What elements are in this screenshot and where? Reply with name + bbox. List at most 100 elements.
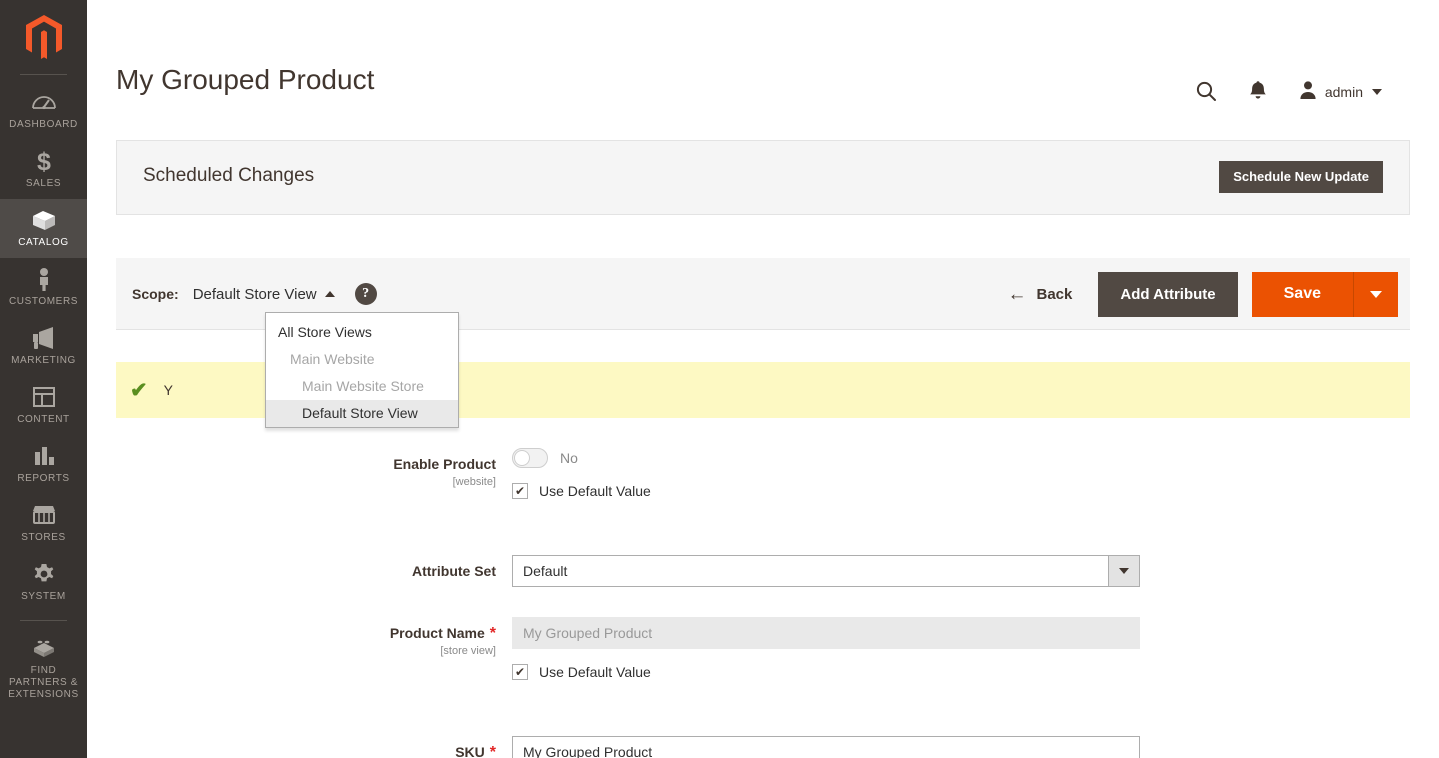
field-label: SKU bbox=[455, 744, 485, 758]
back-button[interactable]: ← Back bbox=[1008, 285, 1073, 304]
check-icon: ✔ bbox=[130, 378, 148, 403]
product-form: Enable Product [website] No ✔ Use Defaul… bbox=[116, 448, 1410, 758]
add-attribute-button[interactable]: Add Attribute bbox=[1098, 272, 1237, 317]
magento-logo-icon bbox=[24, 15, 64, 59]
bell-icon bbox=[1248, 80, 1268, 105]
field-enable-product: Enable Product [website] No ✔ Use Defaul… bbox=[116, 448, 1410, 499]
page-actions: ← Back Add Attribute Save bbox=[1008, 258, 1399, 330]
sidebar-item-label: SALES bbox=[2, 178, 85, 190]
sidebar-item-reports[interactable]: REPORTS bbox=[0, 435, 87, 494]
use-default-label[interactable]: Use Default Value bbox=[539, 664, 651, 680]
field-label: Product Name bbox=[390, 625, 485, 641]
attribute-set-value[interactable]: Default bbox=[512, 555, 1108, 587]
sidebar-item-customers[interactable]: CUSTOMERS bbox=[0, 258, 87, 317]
field-product-name: Product Name * [store view] ✔ Use Default… bbox=[116, 617, 1410, 680]
chevron-down-icon bbox=[1119, 568, 1129, 574]
chevron-down-icon bbox=[1372, 89, 1382, 95]
sidebar-item-label: CATALOG bbox=[2, 237, 85, 249]
field-control: Default bbox=[512, 555, 1410, 587]
sidebar-item-find-partners[interactable]: FIND PARTNERS & EXTENSIONS bbox=[0, 627, 87, 710]
sidebar-item-content[interactable]: CONTENT bbox=[0, 376, 87, 435]
scope-option-default-store-view[interactable]: Default Store View bbox=[266, 400, 458, 427]
field-control bbox=[512, 736, 1410, 758]
scope-option-all-store-views[interactable]: All Store Views bbox=[266, 319, 458, 346]
dashboard-icon bbox=[2, 90, 85, 116]
sidebar-item-label: DASHBOARD bbox=[2, 119, 85, 131]
use-default-label[interactable]: Use Default Value bbox=[539, 483, 651, 499]
sidebar-item-label: SYSTEM bbox=[2, 591, 85, 603]
account-name: admin bbox=[1325, 84, 1363, 100]
back-label: Back bbox=[1037, 286, 1073, 303]
sku-input[interactable] bbox=[512, 736, 1140, 758]
sidebar-item-system[interactable]: SYSTEM bbox=[0, 553, 87, 612]
sidebar-divider-bottom bbox=[20, 620, 67, 621]
toggle-knob bbox=[514, 450, 530, 466]
product-name-input[interactable] bbox=[512, 617, 1140, 649]
sidebar-item-marketing[interactable]: MARKETING bbox=[0, 317, 87, 376]
field-scope-note: [website] bbox=[116, 475, 496, 490]
chevron-down-icon bbox=[1370, 291, 1382, 298]
use-default-checkbox[interactable]: ✔ bbox=[512, 483, 528, 499]
scope-current-value: Default Store View bbox=[193, 286, 317, 303]
sidebar-item-label: FIND PARTNERS & EXTENSIONS bbox=[2, 665, 85, 701]
sidebar-item-stores[interactable]: STORES bbox=[0, 494, 87, 553]
toggle-track[interactable] bbox=[512, 448, 548, 468]
scheduled-changes-panel: Scheduled Changes Schedule New Update bbox=[116, 140, 1410, 215]
scope-label: Scope: bbox=[132, 286, 179, 302]
magento-logo[interactable] bbox=[0, 0, 87, 74]
save-button[interactable]: Save bbox=[1252, 272, 1354, 317]
scope-dropdown-menu: All Store Views Main Website Main Websit… bbox=[265, 312, 459, 428]
account-menu[interactable]: admin bbox=[1284, 72, 1388, 112]
use-default-checkbox[interactable]: ✔ bbox=[512, 664, 528, 680]
svg-text:$: $ bbox=[37, 149, 51, 173]
box-icon bbox=[2, 208, 85, 234]
field-control: ✔ Use Default Value bbox=[512, 617, 1410, 680]
save-options-button[interactable] bbox=[1354, 272, 1398, 317]
notifications-button[interactable] bbox=[1232, 72, 1284, 112]
use-default-row: ✔ Use Default Value bbox=[512, 664, 1410, 680]
sidebar-item-catalog[interactable]: CATALOG bbox=[0, 199, 87, 258]
main-content: My Grouped Product bbox=[87, 0, 1439, 758]
main-sidebar: DASHBOARD $ SALES CATALOG bbox=[0, 0, 87, 758]
field-label-group: Enable Product [website] bbox=[116, 448, 512, 499]
scope-option-main-website: Main Website bbox=[266, 346, 458, 373]
search-button[interactable] bbox=[1180, 72, 1232, 112]
megaphone-icon bbox=[2, 326, 85, 352]
sidebar-divider-top bbox=[20, 74, 67, 75]
bar-chart-icon bbox=[2, 444, 85, 470]
required-marker: * bbox=[490, 744, 496, 758]
admin-page: DASHBOARD $ SALES CATALOG bbox=[0, 0, 1439, 758]
sidebar-item-label: STORES bbox=[2, 532, 85, 544]
scope-switcher[interactable]: Default Store View bbox=[193, 286, 335, 303]
help-icon[interactable]: ? bbox=[355, 283, 377, 305]
attribute-set-dropdown-button[interactable] bbox=[1108, 555, 1140, 587]
sidebar-item-label: CONTENT bbox=[2, 414, 85, 426]
attribute-set-select[interactable]: Default bbox=[512, 555, 1140, 587]
field-control: No ✔ Use Default Value bbox=[512, 448, 1410, 499]
dollar-icon: $ bbox=[2, 149, 85, 175]
field-scope-note: [store view] bbox=[116, 644, 496, 659]
use-default-row: ✔ Use Default Value bbox=[512, 483, 1410, 499]
sidebar-item-label: CUSTOMERS bbox=[2, 296, 85, 308]
field-attribute-set: Attribute Set Default bbox=[116, 555, 1410, 587]
toggle-state-label: No bbox=[560, 450, 578, 466]
field-label-group: Attribute Set bbox=[116, 555, 512, 587]
gear-icon bbox=[2, 562, 85, 588]
message-text: Y bbox=[164, 382, 173, 398]
sidebar-item-dashboard[interactable]: DASHBOARD bbox=[0, 81, 87, 140]
header-tools: admin bbox=[1180, 72, 1388, 112]
field-label-group: SKU* [global] bbox=[116, 736, 512, 758]
chevron-up-icon bbox=[325, 291, 335, 297]
sidebar-item-label: MARKETING bbox=[2, 355, 85, 367]
schedule-new-update-button[interactable]: Schedule New Update bbox=[1219, 161, 1383, 193]
field-label-group: Product Name * [store view] bbox=[116, 617, 512, 680]
field-label: Enable Product bbox=[393, 456, 496, 472]
layout-icon bbox=[2, 385, 85, 411]
sidebar-item-sales[interactable]: $ SALES bbox=[0, 140, 87, 199]
save-split-button: Save bbox=[1252, 272, 1398, 317]
search-icon bbox=[1195, 80, 1217, 105]
field-sku: SKU* [global] bbox=[116, 736, 1410, 758]
person-icon bbox=[2, 267, 85, 293]
enable-product-toggle[interactable]: No bbox=[512, 448, 578, 468]
required-marker: * bbox=[490, 625, 496, 642]
